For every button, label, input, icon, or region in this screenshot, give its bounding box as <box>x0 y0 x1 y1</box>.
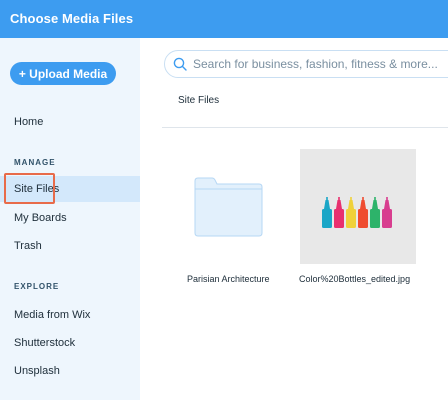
main-panel: Site Files Parisian Architecture <box>140 38 448 400</box>
file-name: Color%20Bottles_edited.jpg <box>299 274 411 284</box>
folder-tile[interactable] <box>180 148 280 288</box>
divider <box>162 127 448 128</box>
sidebar-item-site-files[interactable]: Site Files <box>0 176 140 202</box>
sidebar-item-unsplash[interactable]: Unsplash <box>0 358 140 384</box>
sidebar-item-trash[interactable]: Trash <box>0 233 140 259</box>
sidebar-item-label: Trash <box>14 240 42 252</box>
sidebar-item-label: Shutterstock <box>14 337 76 349</box>
sidebar-item-label: Media from Wix <box>14 309 91 321</box>
bottles-image <box>300 149 416 264</box>
search-input[interactable] <box>193 57 448 71</box>
window-title: Choose Media Files <box>10 11 134 26</box>
sidebar-item-label: Site Files <box>14 183 60 195</box>
search-icon[interactable] <box>173 57 187 71</box>
folder-icon <box>194 177 263 237</box>
image-thumbnail[interactable] <box>300 149 416 264</box>
sidebar: + Upload Media Home MANAGE Site Files My… <box>0 38 140 400</box>
section-label-explore: EXPLORE <box>14 282 60 291</box>
sidebar-item-label: Home <box>14 116 44 128</box>
breadcrumb: Site Files <box>178 95 220 106</box>
upload-media-button[interactable]: + Upload Media <box>10 62 116 85</box>
file-name: Parisian Architecture <box>187 274 270 284</box>
sidebar-item-label: My Boards <box>14 212 67 224</box>
sidebar-item-home[interactable]: Home <box>0 109 140 135</box>
sidebar-item-label: Unsplash <box>14 365 60 377</box>
sidebar-item-shutterstock[interactable]: Shutterstock <box>0 330 140 356</box>
sidebar-item-media-from-wix[interactable]: Media from Wix <box>0 302 140 328</box>
title-bar: Choose Media Files <box>0 0 448 38</box>
section-label-manage: MANAGE <box>14 158 56 167</box>
search-bar <box>164 50 448 78</box>
sidebar-item-my-boards[interactable]: My Boards <box>0 205 140 231</box>
